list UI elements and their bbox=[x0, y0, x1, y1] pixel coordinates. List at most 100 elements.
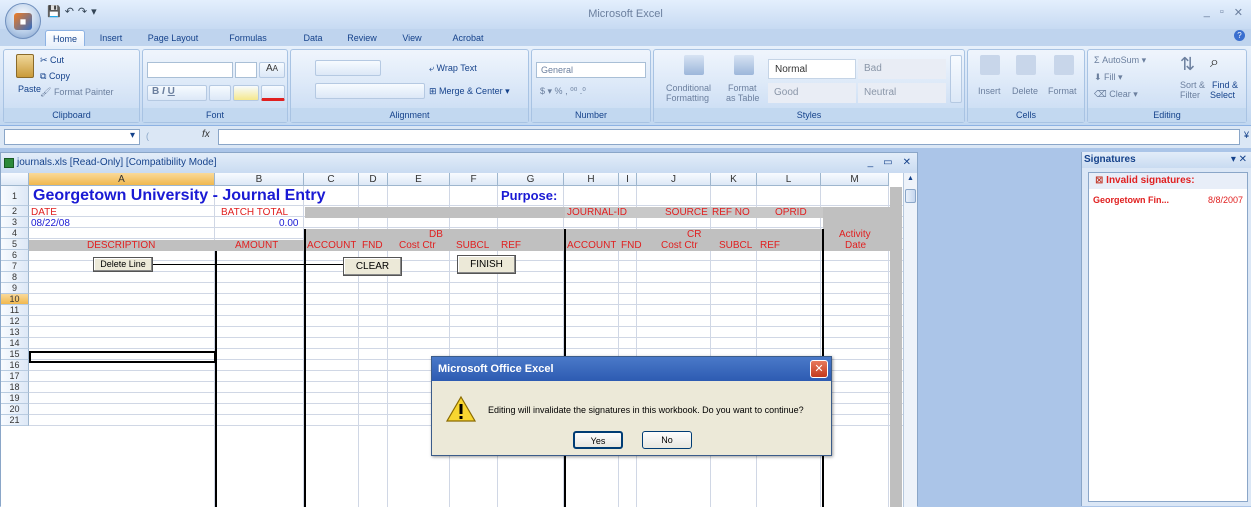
clear-button[interactable]: ⌫ Clear ▾ bbox=[1094, 89, 1138, 100]
tab-formulas[interactable]: Formulas bbox=[220, 30, 276, 46]
name-box[interactable]: ▾ bbox=[4, 129, 140, 145]
font-name-select[interactable] bbox=[147, 62, 233, 78]
row-header-3[interactable]: 3 bbox=[1, 217, 29, 228]
row-header-9[interactable]: 9 bbox=[1, 283, 29, 294]
yes-button[interactable]: Yes bbox=[573, 431, 623, 449]
row-header-8[interactable]: 8 bbox=[1, 272, 29, 283]
workbook-minimize-button[interactable]: _ bbox=[868, 153, 874, 173]
format-painter-button[interactable]: 🖌 Format Painter bbox=[40, 87, 113, 98]
workbook-close-button[interactable]: ✕ bbox=[903, 153, 911, 173]
select-all-corner[interactable] bbox=[1, 173, 29, 186]
paste-icon[interactable] bbox=[16, 54, 34, 78]
row-header-18[interactable]: 18 bbox=[1, 382, 29, 393]
format-table-icon[interactable] bbox=[734, 55, 754, 75]
close-button[interactable]: ✕ bbox=[1234, 6, 1243, 19]
merge-center-button[interactable]: ⊞ Merge & Center ▾ bbox=[429, 86, 510, 97]
row-header-5[interactable]: 5 bbox=[1, 239, 29, 250]
format-as-table-button[interactable]: Format bbox=[728, 83, 757, 93]
column-header-c[interactable]: C bbox=[304, 173, 359, 186]
autosum-button[interactable]: Σ AutoSum ▾ bbox=[1094, 55, 1146, 66]
row-header-12[interactable]: 12 bbox=[1, 316, 29, 327]
styles-scroll[interactable] bbox=[950, 55, 962, 103]
conditional-formatting-button[interactable]: Conditional bbox=[666, 83, 711, 93]
column-header-f[interactable]: F bbox=[450, 173, 498, 186]
selected-cell-a10[interactable] bbox=[29, 351, 216, 363]
row-header-14[interactable]: 14 bbox=[1, 338, 29, 349]
expand-formula-bar-icon[interactable]: ¥ bbox=[1244, 130, 1249, 140]
tab-acrobat[interactable]: Acrobat bbox=[446, 30, 490, 46]
tab-home[interactable]: Home bbox=[45, 30, 85, 46]
column-header-g[interactable]: G bbox=[498, 173, 564, 186]
row-header-15[interactable]: 15 bbox=[1, 349, 29, 360]
number-format-buttons[interactable]: $ ▾ % , ⁰⁰ .⁰ bbox=[540, 86, 586, 97]
scroll-up-icon[interactable]: ▲ bbox=[905, 175, 916, 185]
font-color-button[interactable] bbox=[261, 85, 285, 101]
row-header-20[interactable]: 20 bbox=[1, 404, 29, 415]
delete-line-button[interactable]: Delete Line bbox=[93, 257, 153, 272]
bold-italic-underline-buttons[interactable]: B I U bbox=[147, 85, 207, 101]
style-neutral[interactable]: Neutral bbox=[858, 83, 946, 103]
dialog-close-button[interactable]: ✕ bbox=[810, 360, 828, 378]
find-select-button[interactable]: Find & bbox=[1212, 80, 1238, 90]
tab-data[interactable]: Data bbox=[296, 30, 330, 46]
style-bad[interactable]: Bad bbox=[858, 59, 946, 79]
row-header-10[interactable]: 10 bbox=[1, 294, 29, 305]
row-header-6[interactable]: 6 bbox=[1, 250, 29, 261]
cut-button[interactable]: ✂ Cut bbox=[40, 55, 64, 66]
sort-filter-icon[interactable]: ⇅ bbox=[1180, 54, 1195, 75]
insert-cells-icon[interactable] bbox=[980, 55, 1000, 75]
scroll-thumb[interactable] bbox=[905, 189, 916, 203]
column-header-h[interactable]: H bbox=[564, 173, 619, 186]
spreadsheet-grid[interactable]: ABCDEFGHIJKLM 1 2 3 4 5 6 7 8 9 10 11 12 13 14 15 16 17 1… bbox=[1, 173, 903, 507]
format-cells-button[interactable]: Format bbox=[1048, 86, 1077, 96]
paste-button[interactable]: Paste bbox=[18, 84, 41, 94]
insert-function-button[interactable]: fx bbox=[202, 129, 210, 140]
clear-button[interactable]: CLEAR bbox=[343, 257, 402, 276]
no-button[interactable]: No bbox=[642, 431, 692, 449]
wrap-text-button[interactable]: ⤶ Wrap Text bbox=[429, 63, 477, 74]
copy-button[interactable]: ⧉ Copy bbox=[40, 71, 70, 82]
finish-button[interactable]: FINISH bbox=[457, 255, 516, 274]
workbook-restore-button[interactable]: ▭ bbox=[883, 153, 892, 173]
font-grow-button[interactable]: AA bbox=[259, 62, 285, 78]
row-header-16[interactable]: 16 bbox=[1, 360, 29, 371]
style-good[interactable]: Good bbox=[768, 83, 856, 103]
vertical-scrollbar[interactable]: ▲ bbox=[903, 173, 917, 507]
insert-cells-button[interactable]: Insert bbox=[978, 86, 1001, 96]
format-cells-icon[interactable] bbox=[1054, 55, 1074, 75]
date-value[interactable]: 08/22/08 bbox=[31, 218, 70, 229]
pane-controls[interactable]: ▾ ✕ bbox=[1231, 152, 1247, 168]
number-format-select[interactable]: General bbox=[536, 62, 646, 78]
row-header-17[interactable]: 17 bbox=[1, 371, 29, 382]
sort-filter-button[interactable]: Sort & bbox=[1180, 80, 1205, 90]
tab-insert[interactable]: Insert bbox=[92, 30, 130, 46]
help-icon[interactable]: ? bbox=[1234, 30, 1245, 41]
office-button[interactable]: ◼ bbox=[5, 3, 41, 39]
tab-review[interactable]: Review bbox=[342, 30, 382, 46]
column-header-k[interactable]: K bbox=[711, 173, 757, 186]
delete-cells-button[interactable]: Delete bbox=[1012, 86, 1038, 96]
column-header-i[interactable]: I bbox=[619, 173, 637, 186]
horizontal-align-buttons[interactable] bbox=[315, 83, 425, 99]
row-header-1[interactable]: 1 bbox=[1, 186, 29, 206]
column-header-m[interactable]: M bbox=[821, 173, 889, 186]
row-header-11[interactable]: 11 bbox=[1, 305, 29, 316]
row-header-2[interactable]: 2 bbox=[1, 206, 29, 217]
style-normal[interactable]: Normal bbox=[768, 59, 856, 79]
batch-total-value[interactable]: 0.00 bbox=[279, 218, 298, 229]
maximize-button[interactable]: ▫ bbox=[1220, 6, 1224, 19]
row-header-7[interactable]: 7 bbox=[1, 261, 29, 272]
conditional-formatting-icon[interactable] bbox=[684, 55, 704, 75]
tab-page-layout[interactable]: Page Layout bbox=[138, 30, 208, 46]
row-header-13[interactable]: 13 bbox=[1, 327, 29, 338]
delete-cells-icon[interactable] bbox=[1016, 55, 1036, 75]
row-header-21[interactable]: 21 bbox=[1, 415, 29, 426]
row-header-4[interactable]: 4 bbox=[1, 228, 29, 239]
column-header-b[interactable]: B bbox=[215, 173, 304, 186]
row-header-19[interactable]: 19 bbox=[1, 393, 29, 404]
column-header-e[interactable]: E bbox=[388, 173, 450, 186]
column-header-a[interactable]: A bbox=[29, 173, 215, 186]
column-header-l[interactable]: L bbox=[757, 173, 821, 186]
column-header-j[interactable]: J bbox=[637, 173, 711, 186]
column-header-d[interactable]: D bbox=[359, 173, 388, 186]
